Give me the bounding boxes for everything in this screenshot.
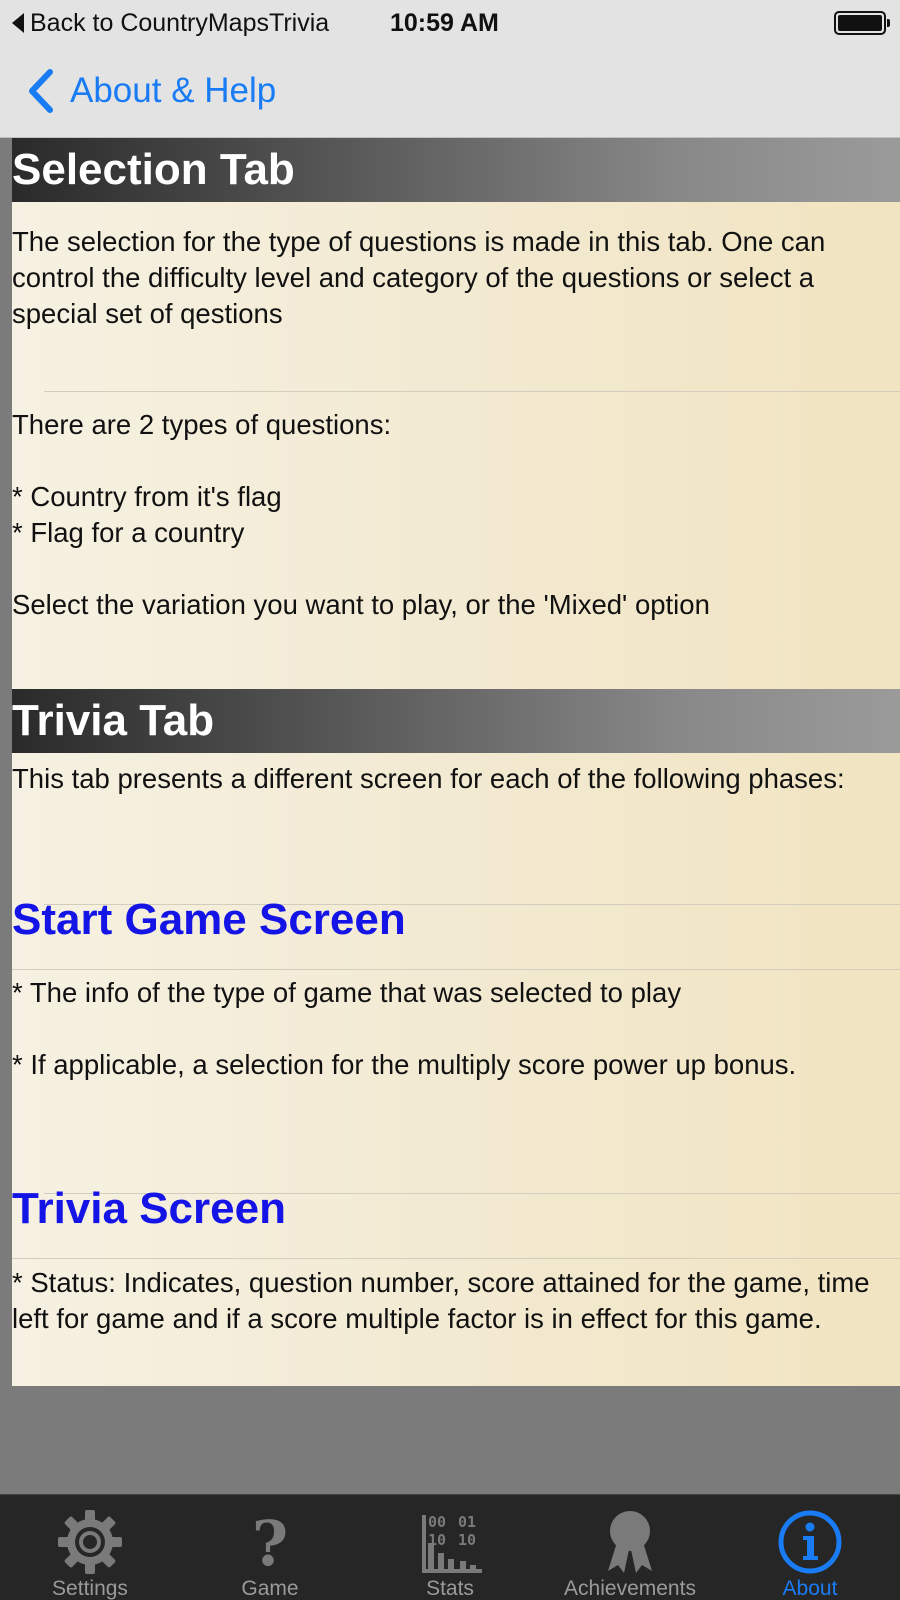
tab-stats[interactable]: 00 01 10 10 Stats bbox=[360, 1495, 540, 1600]
tab-about[interactable]: About bbox=[720, 1495, 900, 1600]
start-game-item: * The info of the type of game that was … bbox=[12, 977, 682, 1008]
nav-back-button[interactable]: About & Help bbox=[26, 66, 276, 116]
tab-game[interactable]: ? Game bbox=[180, 1495, 360, 1600]
selection-instruction: Select the variation you want to play, o… bbox=[12, 589, 710, 620]
back-triangle-icon bbox=[12, 13, 24, 33]
start-game-screen-heading: Start Game Screen bbox=[12, 895, 406, 944]
svg-text:00: 00 bbox=[428, 1513, 446, 1531]
start-game-item: * If applicable, a selection for the mul… bbox=[12, 1049, 797, 1080]
chevron-left-icon bbox=[29, 69, 53, 113]
tab-bar: Settings ? Game 00 01 10 10 Stats Achiev… bbox=[0, 1494, 900, 1600]
trivia-screen-item: * Status: Indicates, question number, sc… bbox=[12, 1267, 870, 1334]
status-time: 10:59 AM bbox=[390, 9, 499, 37]
selection-tab-heading: Selection Tab bbox=[12, 138, 900, 202]
tab-achievements[interactable]: Achievements bbox=[540, 1495, 720, 1600]
svg-text:10: 10 bbox=[428, 1531, 446, 1549]
navigation-bar: About & Help bbox=[0, 46, 900, 138]
back-to-app-label: Back to CountryMapsTrivia bbox=[30, 8, 330, 37]
divider bbox=[44, 391, 900, 392]
info-icon bbox=[778, 1510, 842, 1574]
nav-back-label: About & Help bbox=[70, 71, 277, 110]
stats-binary-icon: 00 01 10 10 bbox=[422, 1513, 482, 1573]
divider bbox=[12, 969, 900, 970]
svg-text:01: 01 bbox=[458, 1513, 476, 1531]
question-type-item: * Country from it's flag bbox=[12, 481, 282, 512]
help-content[interactable]: Selection Tab The selection for the type… bbox=[12, 138, 900, 1386]
back-to-app-button[interactable]: Back to CountryMapsTrivia bbox=[12, 6, 329, 40]
tab-label: Settings bbox=[52, 1577, 128, 1600]
trivia-screen-heading: Trivia Screen bbox=[12, 1184, 286, 1233]
trivia-tab-heading: Trivia Tab bbox=[12, 689, 900, 753]
status-bar: Back to CountryMapsTrivia 10:59 AM bbox=[0, 0, 900, 46]
tab-label: Game bbox=[241, 1577, 299, 1600]
battery-full-icon bbox=[834, 11, 890, 35]
divider bbox=[12, 1258, 900, 1259]
question-types-intro: There are 2 types of questions: bbox=[12, 409, 392, 440]
tab-label: Stats bbox=[426, 1577, 474, 1600]
selection-tab-intro: The selection for the type of questions … bbox=[12, 226, 826, 329]
tab-label: Achievements bbox=[564, 1577, 696, 1600]
gear-icon bbox=[58, 1510, 122, 1574]
tab-settings[interactable]: Settings bbox=[0, 1495, 180, 1600]
ribbon-award-icon bbox=[608, 1511, 652, 1573]
question-type-item: * Flag for a country bbox=[12, 517, 245, 548]
svg-text:?: ? bbox=[252, 1509, 288, 1575]
svg-text:10: 10 bbox=[458, 1531, 476, 1549]
tab-label: About bbox=[782, 1577, 838, 1600]
trivia-tab-intro: This tab presents a different screen for… bbox=[12, 763, 845, 794]
question-mark-icon: ? bbox=[252, 1509, 288, 1575]
